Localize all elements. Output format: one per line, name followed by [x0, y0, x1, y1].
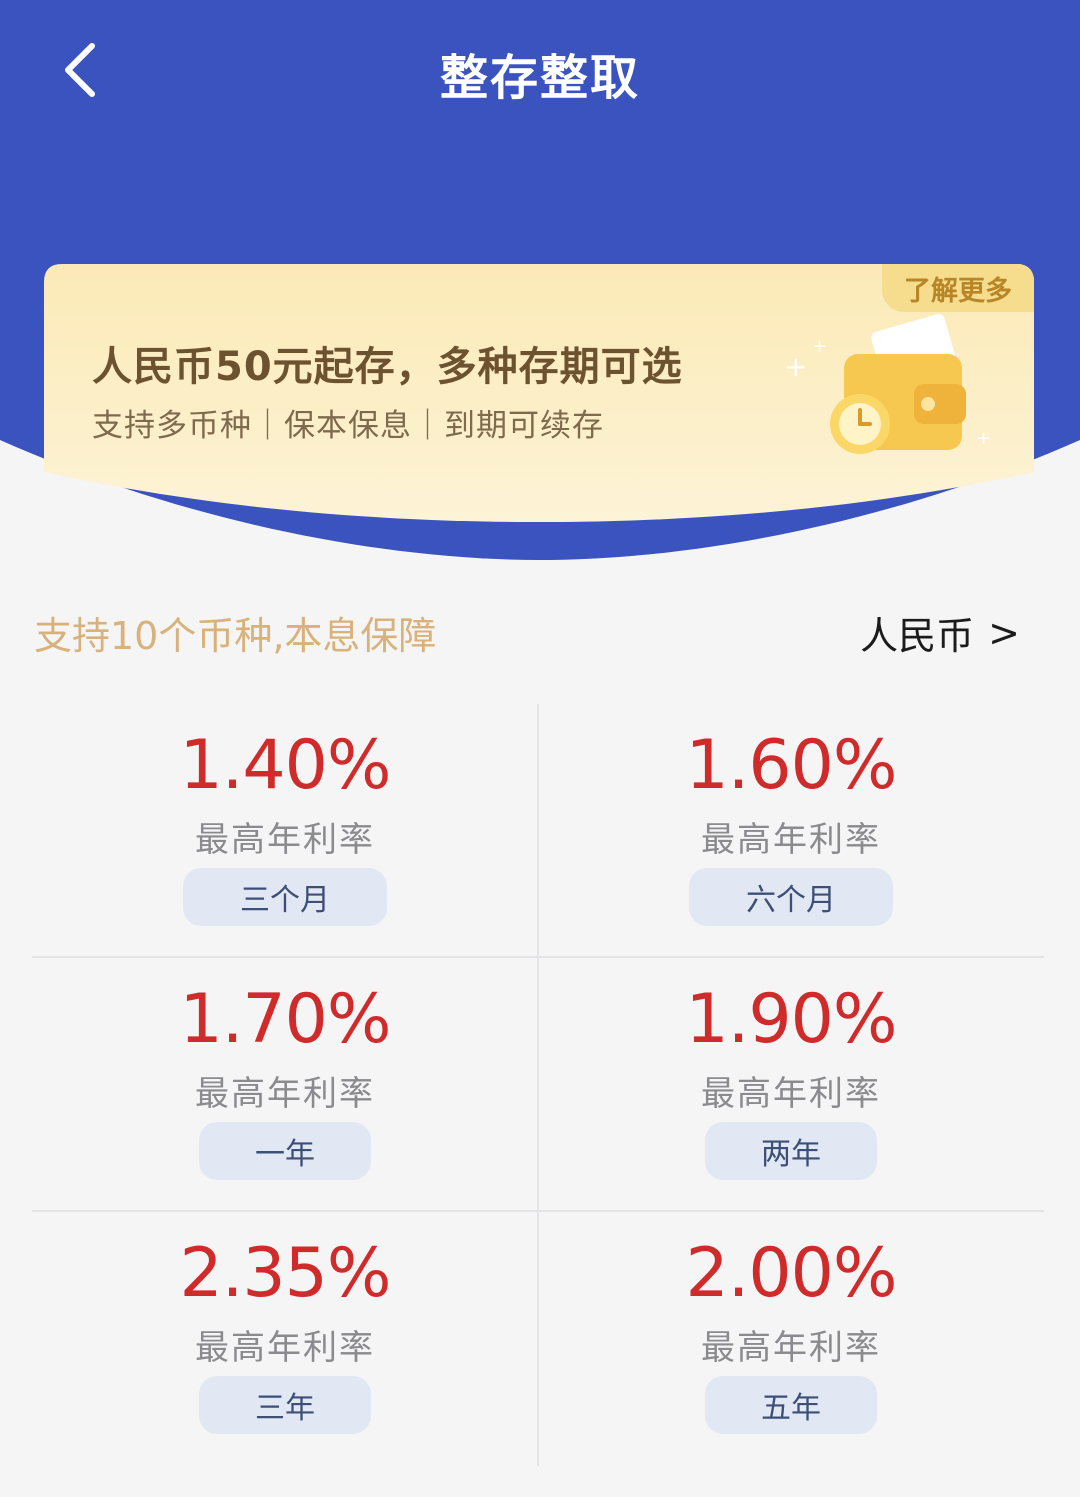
svg-text:+: +	[784, 350, 807, 383]
rate-value: 1.70%	[179, 980, 391, 1059]
rate-label: 最高年利率	[701, 1074, 881, 1114]
term-pill: 六个月	[689, 868, 893, 926]
page-title: 整存整取	[439, 50, 640, 106]
rate-card-5-years[interactable]: 2.00% 最高年利率 五年	[538, 1212, 1044, 1466]
rate-label: 最高年利率	[195, 1074, 375, 1114]
promo-subline: 支持多币种｜保本保息｜到期可续存	[92, 408, 604, 444]
rate-card-3-months[interactable]: 1.40% 最高年利率 三个月	[32, 704, 538, 958]
rate-label: 最高年利率	[195, 1328, 375, 1368]
term-pill: 两年	[705, 1122, 877, 1180]
rate-label: 最高年利率	[701, 820, 881, 860]
term-pill: 一年	[199, 1122, 371, 1180]
svg-text:+: +	[812, 336, 827, 357]
term-pill: 五年	[705, 1376, 877, 1434]
section-header: 支持10个币种,本息保障 人民币 >	[34, 605, 1020, 661]
chevron-right-icon: >	[988, 610, 1020, 655]
promo-headline: 人民币50元起存，多种存期可选	[92, 344, 683, 390]
rates-grid: 1.40% 最高年利率 三个月 1.60% 最高年利率 六个月 1.70% 最高…	[32, 704, 1044, 1466]
rate-card-3-years[interactable]: 2.35% 最高年利率 三年	[32, 1212, 538, 1466]
nav-bar: 整存整取	[0, 0, 1080, 150]
rate-label: 最高年利率	[701, 1328, 881, 1368]
svg-text:+: +	[976, 428, 991, 449]
currency-label: 人民币	[860, 614, 975, 658]
rate-label: 最高年利率	[195, 820, 375, 860]
currency-support-note: 支持10个币种,本息保障	[34, 614, 437, 658]
rate-value: 1.40%	[179, 726, 391, 805]
rate-value: 1.60%	[685, 726, 897, 805]
promo-banner[interactable]: 了解更多 人民币50元起存，多种存期可选 支持多币种｜保本保息｜到期可续存 + …	[44, 264, 1034, 524]
rate-card-2-years[interactable]: 1.90% 最高年利率 两年	[538, 958, 1044, 1212]
term-pill: 三年	[199, 1376, 371, 1434]
currency-selector[interactable]: 人民币 >	[860, 605, 1020, 660]
rate-value: 2.00%	[685, 1234, 897, 1313]
term-pill: 三个月	[183, 868, 387, 926]
rate-card-6-months[interactable]: 1.60% 最高年利率 六个月	[538, 704, 1044, 958]
rate-value: 1.90%	[685, 980, 897, 1059]
rate-card-1-year[interactable]: 1.70% 最高年利率 一年	[32, 958, 538, 1212]
rate-value: 2.35%	[179, 1234, 391, 1313]
wallet-clock-icon: + + +	[784, 314, 991, 454]
